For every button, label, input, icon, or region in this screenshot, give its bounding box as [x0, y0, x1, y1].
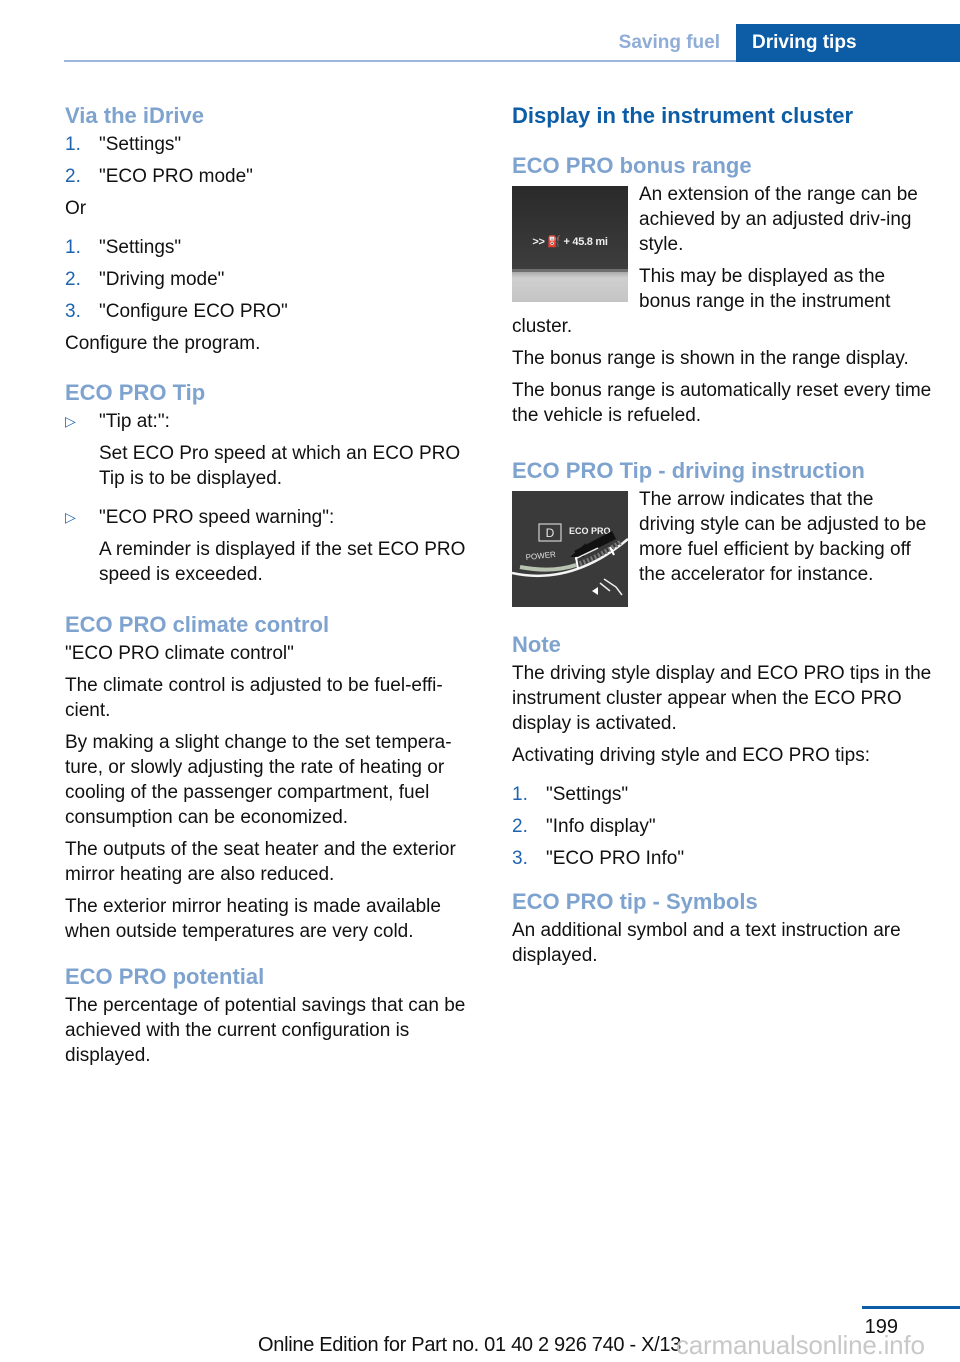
display-bar	[512, 269, 628, 302]
steps-list: 1. "Settings" 2. "Info display" 3. "ECO PRO…	[512, 782, 932, 871]
gauge-tick	[575, 556, 579, 570]
paragraph: The exterior mirror heating is made avai…	[65, 896, 441, 942]
driving-instruction-figure: D ECO PRO POWER	[512, 491, 628, 607]
triangle-right-icon: ▷	[65, 509, 76, 525]
list-item: 3. "Configure ECO PRO"	[65, 299, 485, 324]
or-label: Or	[65, 198, 87, 219]
section-potential: ECO PRO potential The percentage of pote…	[65, 961, 485, 1068]
section-heading: ECO PRO tip - Symbols	[512, 889, 758, 914]
steps-list-a: 1. "Settings" 2. "ECO PRO mode"	[65, 132, 485, 189]
section-heading: ECO PRO Tip	[65, 380, 206, 405]
section-via-idrive: Via the iDrive 1. "Settings" 2. "ECO PRO m…	[65, 100, 485, 356]
list-item: 1. "Settings"	[65, 235, 485, 260]
mode-label: ECO PRO	[569, 526, 611, 536]
main-heading: Display in the instrument cluster	[512, 103, 854, 128]
bullet-text: Set ECO Pro speed at which an ECO PRO Ti…	[99, 443, 461, 489]
list-item: 1. "Settings"	[512, 782, 932, 807]
bullet-text: A reminder is displayed if the set ECO P…	[99, 539, 466, 585]
power-band	[519, 563, 577, 572]
section-heading: Note	[512, 632, 561, 657]
list-number: 3.	[512, 848, 528, 869]
section-heading: Via the iDrive	[65, 103, 204, 128]
bonus-range-figure: >> ⛽ + 45.8 mi	[512, 186, 628, 302]
list-text: "ECO PRO Info"	[546, 848, 685, 869]
paragraph: By making a slight change to the set tem…	[65, 732, 452, 828]
gauge-graphic: D ECO PRO POWER	[512, 523, 628, 596]
edition-text: Online Edition for Part no. 01 40 2 926 …	[258, 1334, 682, 1356]
section-heading: ECO PRO bonus range	[512, 153, 752, 178]
list-number: 1.	[65, 237, 81, 258]
bullet-list: ▷ "Tip at:": Set ECO Pro speed at which …	[65, 409, 485, 594]
power-label: POWER	[525, 550, 556, 562]
section-eco-pro-tip: ECO PRO Tip ▷ "Tip at:": Set ECO Pro spe…	[65, 377, 485, 594]
list-item: 3. "ECO PRO Info"	[512, 846, 932, 871]
tab-driving-tips[interactable]: Driving tips	[736, 24, 960, 62]
list-number: 2.	[65, 269, 81, 290]
paragraph: The bonus range is automatically reset e…	[512, 380, 932, 426]
triangle-right-icon: ▷	[65, 413, 76, 429]
section-bonus-range: ECO PRO bonus range >> ⛽ + 45.8 mi An ex…	[512, 150, 932, 428]
list-number: 2.	[512, 816, 528, 837]
tab-saving-fuel[interactable]: Saving fuel	[596, 24, 736, 62]
list-text: "Info display"	[546, 816, 656, 837]
paragraph: The driving style display and ECO PRO ti…	[512, 663, 932, 734]
release-arrow-icon	[592, 587, 598, 595]
section-climate-control: ECO PRO climate control "ECO PRO climate…	[65, 609, 485, 944]
list-text: "Settings"	[99, 134, 182, 155]
steps-list-b: 1. "Settings" 2. "Driving mode" 3. "Configu…	[65, 235, 485, 324]
list-text: "Driving mode"	[99, 269, 225, 290]
bonus-range-readout: >> ⛽ + 45.8 mi	[532, 236, 608, 248]
pedal-icon	[599, 578, 623, 596]
list-item: 2. "Info display"	[512, 814, 932, 839]
section-note: Note The driving style display and ECO P…	[512, 629, 932, 871]
section-heading: ECO PRO climate control	[65, 612, 330, 637]
list-item: 2. "Driving mode"	[65, 267, 485, 292]
section-tip-driving: ECO PRO Tip - driving instruction D ECO …	[512, 455, 932, 611]
footer-rule	[862, 1306, 960, 1309]
list-item: ▷ "ECO PRO speed warning": A reminder is…	[65, 505, 485, 594]
list-item: 2. "ECO PRO mode"	[65, 164, 485, 189]
section-symbols: ECO PRO tip - Symbols An additional symb…	[512, 886, 932, 968]
paragraph: An additional symbol and a text instruct…	[512, 920, 901, 966]
paragraph: The climate control is adjusted to be fu…	[65, 675, 443, 721]
left-column: Via the iDrive 1. "Settings" 2. "ECO PRO m…	[65, 100, 485, 1075]
list-text: "Settings"	[546, 784, 629, 805]
gear-label: D	[546, 526, 555, 540]
paragraph: "ECO PRO climate control"	[65, 643, 294, 664]
paragraph: The percentage of potential savings that…	[65, 995, 466, 1066]
watermark: carmanualsonline.info	[676, 1330, 925, 1360]
right-column: Display in the instrument cluster ECO PR…	[512, 100, 932, 975]
bullet-title: "Tip at:":	[99, 411, 170, 432]
list-text: "Settings"	[99, 237, 182, 258]
list-number: 2.	[65, 166, 81, 187]
list-number: 1.	[65, 134, 81, 155]
section-heading: ECO PRO potential	[65, 964, 265, 989]
paragraph: The bonus range is shown in the range di…	[512, 348, 909, 369]
list-item: 1. "Settings"	[65, 132, 485, 157]
list-number: 1.	[512, 784, 528, 805]
list-text: "Configure ECO PRO"	[99, 301, 288, 322]
list-text: "ECO PRO mode"	[99, 166, 253, 187]
section-heading: ECO PRO Tip - driving instruction	[512, 458, 865, 483]
paragraph: The outputs of the seat heater and the e…	[65, 839, 456, 885]
list-number: 3.	[65, 301, 81, 322]
bullet-title: "ECO PRO speed warning":	[99, 507, 335, 528]
paragraph: Configure the program.	[65, 333, 261, 354]
list-item: ▷ "Tip at:": Set ECO Pro speed at which …	[65, 409, 485, 498]
paragraph: Activating driving style and ECO PRO tip…	[512, 745, 870, 766]
